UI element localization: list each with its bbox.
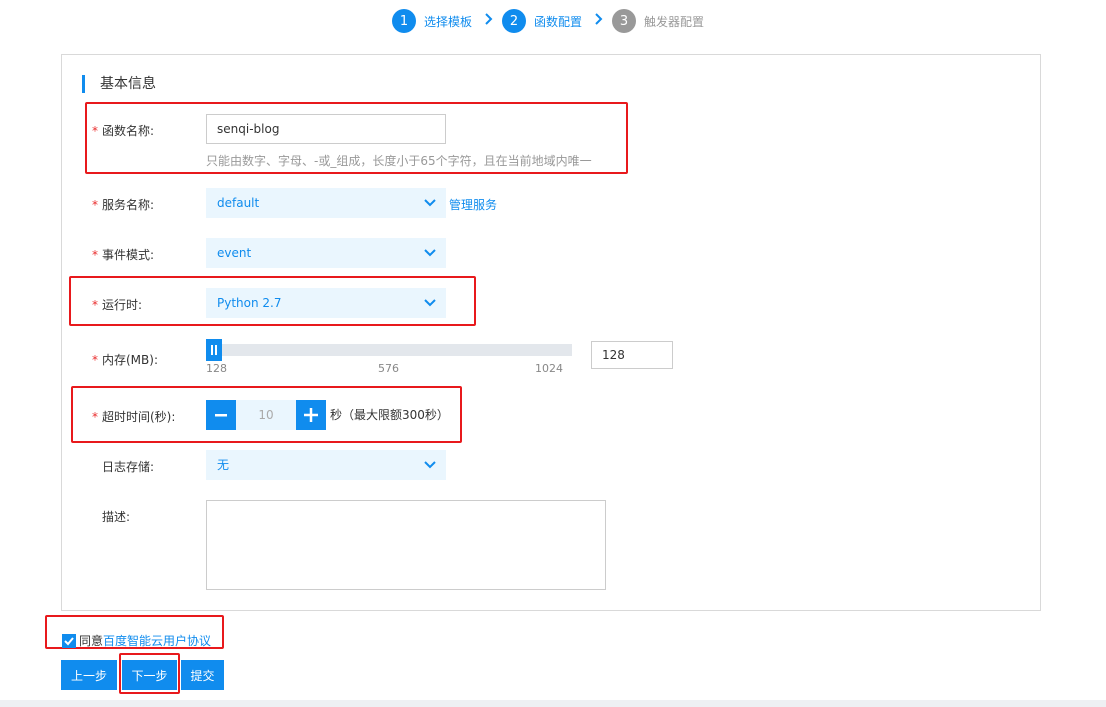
timeout-decrement-button[interactable] bbox=[206, 400, 236, 430]
step-label: 选择模板 bbox=[424, 14, 473, 29]
step-select-template[interactable]: 1 选择模板 bbox=[392, 9, 472, 33]
section-title: 基本信息 bbox=[82, 75, 156, 93]
minus-icon bbox=[215, 414, 227, 417]
user-agreement-link[interactable]: 百度智能云用户协议 bbox=[103, 632, 211, 649]
bottom-scroll-area bbox=[0, 700, 1106, 707]
timeout-label: * 超时时间(秒): bbox=[92, 410, 176, 424]
step-label: 函数配置 bbox=[534, 14, 583, 29]
agreement-row: 同意 百度智能云用户协议 bbox=[62, 632, 211, 649]
function-name-input[interactable]: senqi-blog bbox=[206, 114, 446, 144]
timeout-increment-button[interactable] bbox=[296, 400, 326, 430]
chevron-right-icon bbox=[595, 9, 603, 33]
memory-tick-mid: 576 bbox=[378, 362, 399, 375]
timeout-limit-note: 秒（最大限额300秒） bbox=[330, 408, 449, 422]
memory-tick-max: 1024 bbox=[535, 362, 563, 375]
next-step-button[interactable]: 下一步 bbox=[122, 660, 177, 690]
memory-label: * 内存(MB): bbox=[92, 353, 158, 367]
memory-tick-min: 128 bbox=[206, 362, 227, 375]
plus-icon bbox=[304, 408, 318, 422]
memory-slider-track[interactable] bbox=[206, 344, 572, 356]
runtime-select[interactable]: Python 2.7 bbox=[206, 288, 446, 318]
runtime-value: Python 2.7 bbox=[217, 296, 282, 310]
log-storage-value: 无 bbox=[217, 458, 230, 472]
function-name-hint: 只能由数字、字母、-或_组成，长度小于65个字符，且在当前地域内唯一 bbox=[206, 154, 592, 168]
agreement-prefix: 同意 bbox=[79, 634, 104, 648]
service-name-value: default bbox=[217, 196, 260, 210]
chevron-down-icon bbox=[424, 199, 436, 207]
step-number: 3 bbox=[612, 9, 637, 33]
description-textarea[interactable] bbox=[206, 500, 606, 590]
step-number: 1 bbox=[392, 9, 416, 33]
chevron-down-icon bbox=[424, 461, 436, 469]
log-storage-select[interactable]: 无 bbox=[206, 450, 446, 480]
wizard-stepper: 1 选择模板 2 函数配置 3 触发器配置 bbox=[392, 9, 704, 33]
submit-button[interactable]: 提交 bbox=[181, 660, 224, 690]
service-name-select[interactable]: default bbox=[206, 188, 446, 218]
agreement-checkbox[interactable] bbox=[62, 633, 76, 648]
service-name-label: * 服务名称: bbox=[92, 198, 155, 212]
manage-service-link[interactable]: 管理服务 bbox=[449, 196, 497, 213]
basic-info-panel: 基本信息 * 函数名称: senqi-blog 只能由数字、字母、-或_组成，长度… bbox=[61, 54, 1041, 611]
event-mode-value: event bbox=[217, 246, 252, 260]
runtime-label: * 运行时: bbox=[92, 298, 143, 312]
prev-step-button[interactable]: 上一步 bbox=[61, 660, 117, 690]
step-number: 2 bbox=[502, 9, 527, 33]
step-label: 触发器配置 bbox=[644, 14, 705, 29]
timeout-value-input[interactable]: 10 bbox=[236, 400, 296, 430]
step-trigger-config[interactable]: 3 触发器配置 bbox=[612, 9, 704, 33]
step-function-config[interactable]: 2 函数配置 bbox=[502, 9, 582, 33]
chevron-right-icon bbox=[485, 9, 493, 33]
log-storage-label: 日志存储: bbox=[102, 460, 155, 474]
event-mode-label: * 事件模式: bbox=[92, 248, 155, 262]
memory-input[interactable]: 128 bbox=[591, 341, 673, 369]
grip-icon bbox=[211, 345, 217, 355]
check-icon bbox=[64, 636, 74, 645]
chevron-down-icon bbox=[424, 249, 436, 257]
chevron-down-icon bbox=[424, 299, 436, 307]
function-name-label: * 函数名称: bbox=[92, 124, 155, 138]
event-mode-select[interactable]: event bbox=[206, 238, 446, 268]
description-label: 描述: bbox=[102, 510, 131, 524]
memory-slider-handle[interactable] bbox=[206, 339, 222, 361]
